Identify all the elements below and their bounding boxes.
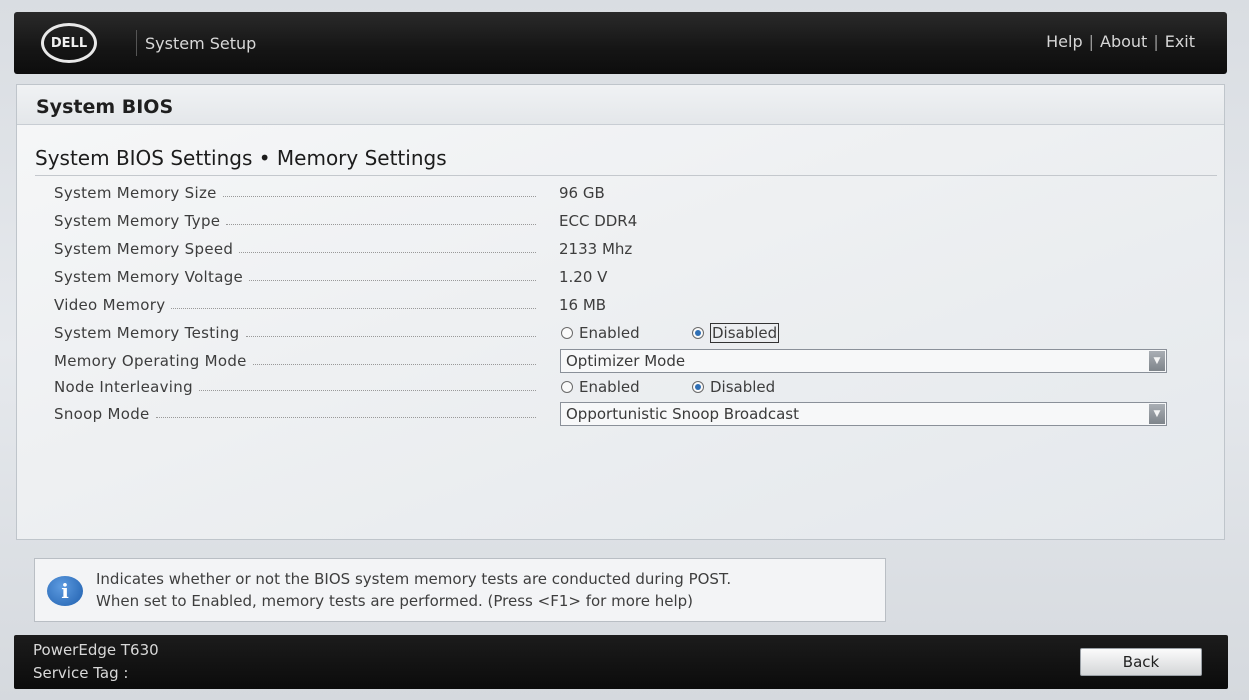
radio-label: Disabled xyxy=(710,323,780,343)
setting-row-memory-testing: System Memory Testing Enabled Disabled xyxy=(54,321,1174,345)
setting-label: Node Interleaving xyxy=(54,378,193,396)
nav-separator: | xyxy=(1088,32,1094,51)
setting-row-memory-type: System Memory Type ECC DDR4 xyxy=(54,209,1174,233)
top-nav: Help | About | Exit xyxy=(1046,32,1195,51)
radio-circle-icon xyxy=(561,381,573,393)
header-divider xyxy=(136,30,137,56)
operating-mode-select[interactable]: Optimizer Mode ▼ xyxy=(560,349,1167,373)
dell-logo: DELL xyxy=(41,23,97,63)
setting-row-memory-speed: System Memory Speed 2133 Mhz xyxy=(54,237,1174,261)
exit-link[interactable]: Exit xyxy=(1165,32,1195,51)
setting-label: System Memory Speed xyxy=(54,240,234,258)
memory-testing-disabled-radio[interactable]: Disabled xyxy=(692,323,780,343)
setting-row-snoop-mode: Snoop Mode Opportunistic Snoop Broadcast… xyxy=(54,402,1174,426)
radio-selected-icon xyxy=(692,381,704,393)
panel-title: System BIOS xyxy=(17,85,1224,125)
radio-selected-icon xyxy=(692,327,704,339)
radio-label: Enabled xyxy=(579,378,640,396)
settings-panel: System BIOS System BIOS Settings • Memor… xyxy=(16,84,1225,540)
node-interleaving-enabled-radio[interactable]: Enabled xyxy=(561,378,640,396)
setting-row-memory-voltage: System Memory Voltage 1.20 V xyxy=(54,265,1174,289)
setting-row-video-memory: Video Memory 16 MB xyxy=(54,293,1174,317)
setting-value: 16 MB xyxy=(559,296,607,314)
memory-testing-radio-group: Enabled Disabled xyxy=(561,321,780,345)
dropdown-arrow-icon[interactable]: ▼ xyxy=(1149,351,1165,371)
help-line: Indicates whether or not the BIOS system… xyxy=(96,570,732,588)
setting-row-operating-mode: Memory Operating Mode Optimizer Mode ▼ xyxy=(54,349,1174,373)
dropdown-arrow-icon[interactable]: ▼ xyxy=(1149,404,1165,424)
help-text: Indicates whether or not the BIOS system… xyxy=(96,568,731,612)
radio-circle-icon xyxy=(561,327,573,339)
help-box: i Indicates whether or not the BIOS syst… xyxy=(34,558,886,622)
setting-value: 96 GB xyxy=(559,184,605,202)
setting-label: System Memory Type xyxy=(54,212,221,230)
setting-label: System Memory Size xyxy=(54,184,217,202)
setting-label: Video Memory xyxy=(54,296,166,314)
setting-row-node-interleaving: Node Interleaving Enabled Disabled xyxy=(54,375,1174,399)
breadcrumb: System BIOS Settings • Memory Settings xyxy=(35,146,447,170)
setting-label: Memory Operating Mode xyxy=(54,352,247,370)
app-title: System Setup xyxy=(145,34,257,53)
setting-row-memory-size: System Memory Size 96 GB xyxy=(54,181,1174,205)
back-button[interactable]: Back xyxy=(1080,648,1202,676)
setting-label: System Memory Voltage xyxy=(54,268,244,286)
footer-bar: PowerEdge T630 Service Tag : Back xyxy=(14,635,1228,689)
node-interleaving-radio-group: Enabled Disabled xyxy=(561,375,775,399)
select-value: Opportunistic Snoop Broadcast xyxy=(566,405,799,423)
node-interleaving-disabled-radio[interactable]: Disabled xyxy=(692,378,775,396)
service-tag-label: Service Tag : xyxy=(33,664,129,682)
setting-value: 2133 Mhz xyxy=(559,240,633,258)
setting-value: 1.20 V xyxy=(559,268,608,286)
snoop-mode-select[interactable]: Opportunistic Snoop Broadcast ▼ xyxy=(560,402,1167,426)
breadcrumb-divider xyxy=(35,175,1217,176)
setting-label: System Memory Testing xyxy=(54,324,240,342)
info-icon: i xyxy=(47,576,83,606)
memory-testing-enabled-radio[interactable]: Enabled xyxy=(561,324,640,342)
about-link[interactable]: About xyxy=(1100,32,1147,51)
help-link[interactable]: Help xyxy=(1046,32,1082,51)
help-line: When set to Enabled, memory tests are pe… xyxy=(96,592,694,610)
select-value: Optimizer Mode xyxy=(566,352,686,370)
system-model: PowerEdge T630 xyxy=(33,641,159,659)
radio-label: Disabled xyxy=(710,378,776,396)
nav-separator: | xyxy=(1153,32,1159,51)
setting-label: Snoop Mode xyxy=(54,405,150,423)
setting-value: ECC DDR4 xyxy=(559,212,638,230)
radio-label: Enabled xyxy=(579,324,640,342)
top-bar: DELL System Setup Help | About | Exit xyxy=(14,12,1227,74)
